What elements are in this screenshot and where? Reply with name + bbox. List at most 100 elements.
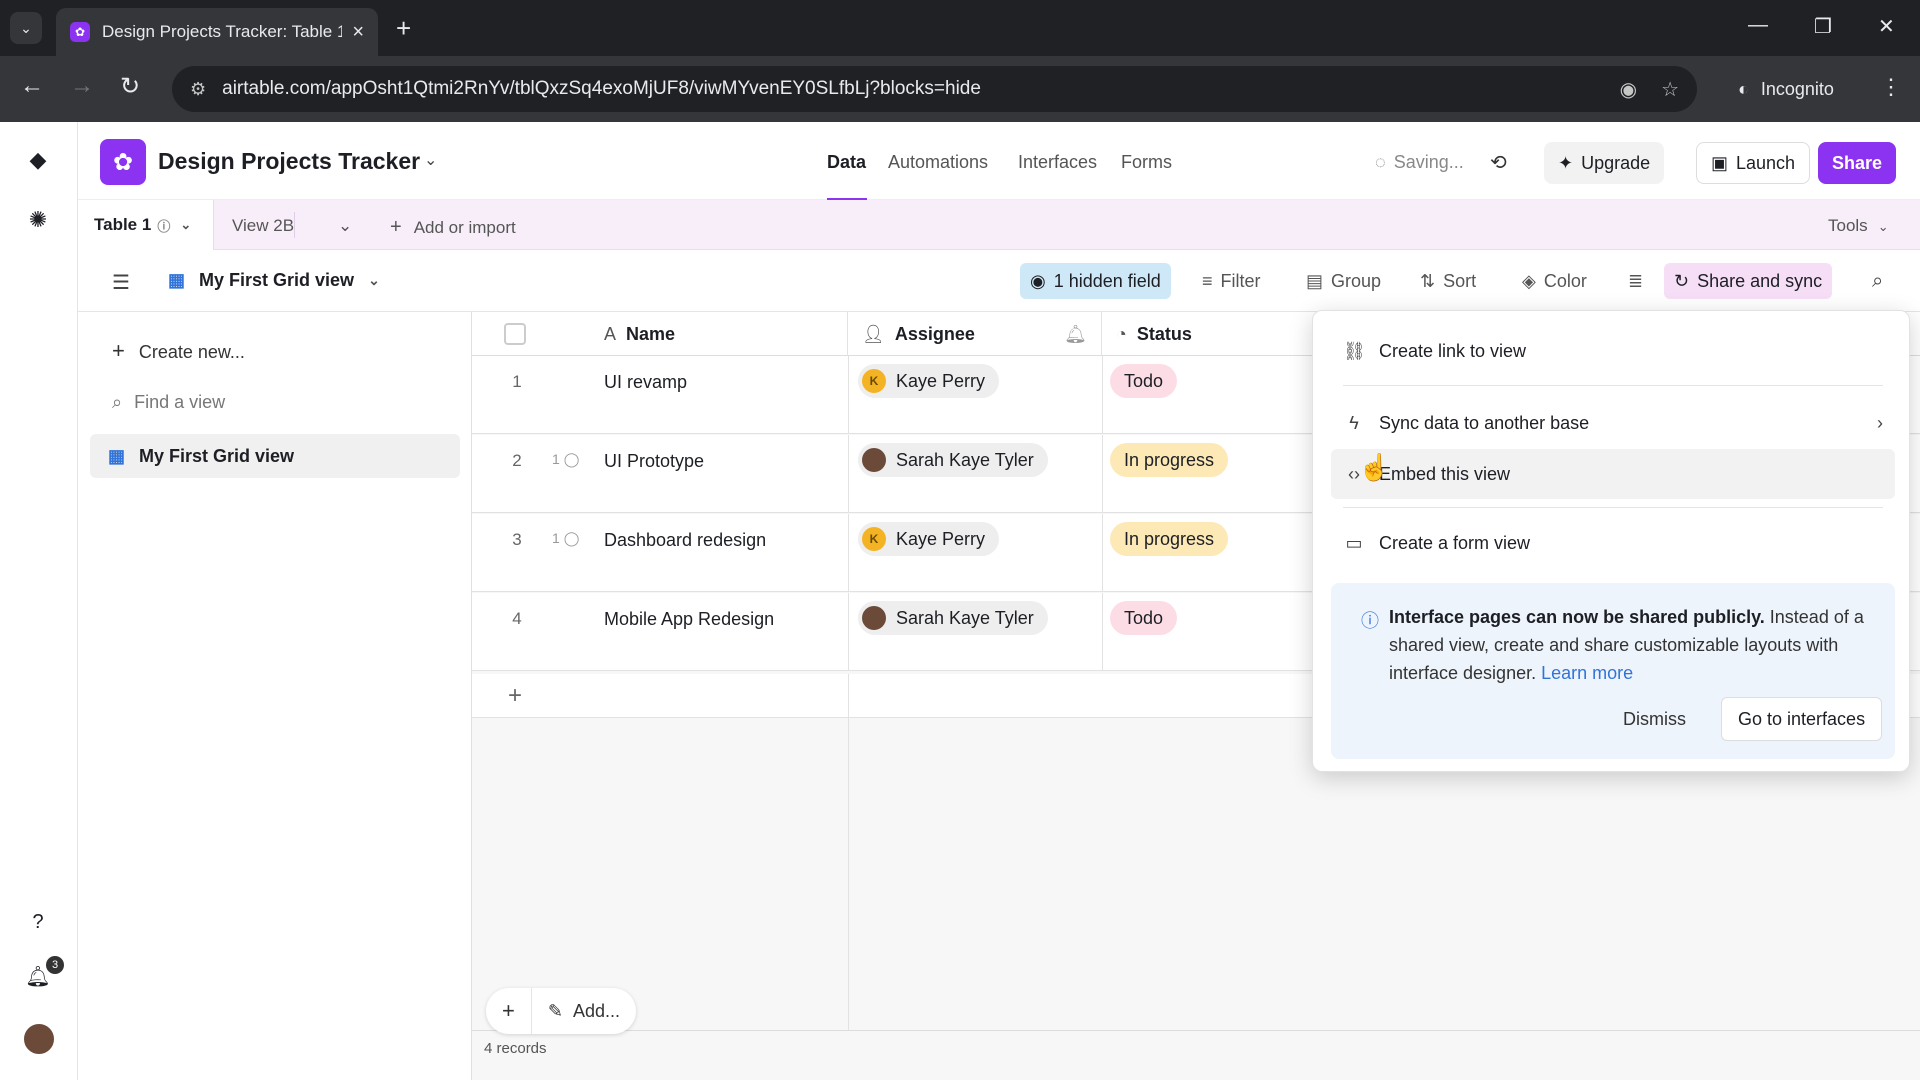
find-view-input[interactable]: ⌕ Find a view (112, 392, 225, 413)
eye-slash-icon[interactable]: ◉ (1620, 77, 1637, 102)
reload-icon[interactable]: ↻ (120, 72, 140, 101)
comment-count[interactable]: 1 ◯ (552, 530, 579, 547)
new-tab-plus-icon[interactable]: + (396, 14, 411, 42)
menu-item-sync-data[interactable]: ϟ Sync data to another base › (1343, 401, 1883, 445)
browser-tab[interactable]: ✿ Design Projects Tracker: Table 1 × (56, 8, 378, 56)
assignee-name: Sarah Kaye Tyler (896, 449, 1034, 470)
sidebar-toggle-icon[interactable]: ☰ (112, 270, 130, 295)
status-field-icon: ◔ (1116, 323, 1127, 344)
menu-item-embed[interactable]: ‹› Embed this view (1343, 452, 1883, 496)
tab-list-chevron-icon[interactable]: ⌄ (10, 12, 42, 44)
column-header-status[interactable]: ◔ Status (1102, 312, 1322, 356)
go-to-interfaces-button[interactable]: Go to interfaces (1721, 697, 1883, 741)
share-and-sync-button[interactable]: ↻ Share and sync (1664, 263, 1833, 299)
nav-tab-forms[interactable]: Forms (1121, 152, 1172, 173)
row-number: 4 (512, 609, 522, 628)
nav-tab-data[interactable]: Data (827, 152, 866, 173)
view-switcher[interactable]: ▦ My First Grid view ⌄ (168, 270, 380, 291)
hidden-fields-button[interactable]: ◉ 1 hidden field (1020, 263, 1171, 299)
minimize-icon[interactable]: — (1748, 14, 1768, 37)
learn-more-link[interactable]: Learn more (1541, 663, 1633, 683)
browser-menu-icon[interactable]: ⋮ (1880, 74, 1902, 100)
select-all-checkbox[interactable] (504, 323, 526, 345)
window-close-icon[interactable]: ✕ (1878, 14, 1895, 39)
assignee-pill[interactable]: Sarah Kaye Tyler (858, 443, 1048, 477)
omni-icon[interactable]: ✺ (20, 202, 56, 238)
sparkle-icon: ✦ (1558, 152, 1574, 173)
grid-view-icon: ▦ (168, 270, 186, 290)
menu-item-create-form[interactable]: ▭ Create a form view (1343, 521, 1883, 565)
filter-button[interactable]: ≡ Filter (1192, 263, 1271, 299)
add-with-ai-button[interactable]: ✎ Add... (530, 988, 636, 1034)
sidebar-item-my-first-grid-view[interactable]: ▦ My First Grid view (90, 434, 460, 478)
group-button[interactable]: ▤ Group (1296, 263, 1391, 299)
incognito-icon: ◐ (1738, 78, 1749, 99)
column-header-name[interactable]: A Name (604, 312, 848, 356)
view-tab[interactable]: View 2B (232, 216, 294, 236)
menu-item-create-link[interactable]: ⛓ Create link to view (1343, 329, 1883, 373)
table-tab[interactable]: Table 1 ⓘ ⌄ (78, 200, 214, 250)
color-button[interactable]: ◈ Color (1512, 263, 1597, 299)
tab-close-icon[interactable]: × (352, 21, 364, 44)
status-badge[interactable]: Todo (1110, 601, 1178, 635)
tools-button[interactable]: Tools ⌄ (1828, 216, 1889, 236)
status-badge[interactable]: Todo (1110, 364, 1178, 398)
assignee-avatar: K (862, 369, 886, 393)
assignee-avatar (862, 448, 886, 472)
chevron-down-icon[interactable]: ⌄ (180, 217, 191, 233)
base-logo-icon[interactable]: ✿ (100, 139, 146, 185)
status-badge[interactable]: In progress (1110, 443, 1229, 477)
dismiss-button[interactable]: Dismiss (1609, 697, 1700, 741)
assignee-pill[interactable]: K Kaye Perry (858, 522, 1000, 556)
base-chevron-down-icon[interactable]: ⌄ (424, 150, 437, 170)
menu-divider (1343, 385, 1883, 386)
forward-arrow-icon[interactable]: → (70, 72, 94, 100)
embed-label: Embed this view (1379, 463, 1511, 484)
nav-tab-automations[interactable]: Automations (888, 152, 988, 173)
nav-tab-interfaces[interactable]: Interfaces (1018, 152, 1097, 173)
row-height-icon[interactable]: ≣ (1618, 263, 1653, 299)
notify-bell-icon[interactable]: 🔔︎ (1064, 324, 1087, 345)
column-header-assignee[interactable]: 👤︎ Assignee 🔔︎ (848, 312, 1102, 356)
bookmark-star-icon[interactable]: ☆ (1661, 77, 1679, 102)
table-tab-label: Table 1 (94, 215, 152, 234)
cell-name[interactable]: UI revamp (604, 372, 687, 393)
cell-name[interactable]: Dashboard redesign (604, 530, 766, 551)
notice-text: Interface pages can now be shared public… (1389, 603, 1869, 687)
base-name[interactable]: Design Projects Tracker (158, 148, 420, 175)
add-record-plus-icon[interactable]: + (508, 682, 522, 710)
tables-bar: Table 1 ⓘ ⌄ View 2B ⌄ + Add or import Too… (78, 200, 1920, 250)
launch-button[interactable]: ▣ Launch (1696, 142, 1811, 184)
home-logo-icon[interactable]: ◆ (20, 142, 56, 178)
add-plus-button[interactable]: + (486, 988, 531, 1034)
assignee-pill[interactable]: Sarah Kaye Tyler (858, 601, 1048, 635)
site-settings-icon[interactable]: ⚙ (190, 79, 206, 100)
status-badge[interactable]: In progress (1110, 522, 1229, 556)
all-tables-chevron-icon[interactable]: ⌄ (338, 216, 352, 236)
add-or-import-button[interactable]: + Add or import (390, 216, 516, 239)
create-new-view-button[interactable]: + Create new... (112, 338, 245, 364)
sort-button[interactable]: ⇅ Sort (1410, 263, 1486, 299)
cell-name[interactable]: Mobile App Redesign (604, 609, 774, 630)
tools-chevron-icon: ⌄ (1877, 219, 1889, 234)
form-icon: ▭ (1345, 532, 1363, 553)
help-icon[interactable]: ? (20, 904, 56, 940)
cell-divider (848, 514, 849, 592)
upgrade-button[interactable]: ✦ Upgrade (1544, 142, 1665, 184)
back-arrow-icon[interactable]: ← (20, 72, 44, 100)
restore-icon[interactable]: ❐ (1814, 14, 1832, 39)
group-label: Group (1331, 270, 1382, 291)
add-toolbar: + ✎ Add... (486, 988, 636, 1034)
history-icon[interactable]: ⟲ (1490, 150, 1507, 175)
cell-name[interactable]: UI Prototype (604, 451, 704, 472)
launch-icon: ▣ (1711, 152, 1729, 173)
address-bar[interactable]: ⚙ airtable.com/appOsht1Qtmi2RnYv/tblQxzS… (172, 66, 1697, 112)
incognito-indicator[interactable]: ◐ Incognito (1722, 68, 1850, 110)
search-icon[interactable]: ⌕ (1872, 270, 1883, 293)
share-button[interactable]: Share (1818, 142, 1897, 184)
comment-count[interactable]: 1 ◯ (552, 451, 579, 468)
row-number: 2 (512, 451, 522, 470)
assignee-pill[interactable]: K Kaye Perry (858, 364, 1000, 398)
user-avatar[interactable] (22, 1022, 56, 1056)
sync-icon: ↻ (1674, 270, 1690, 291)
